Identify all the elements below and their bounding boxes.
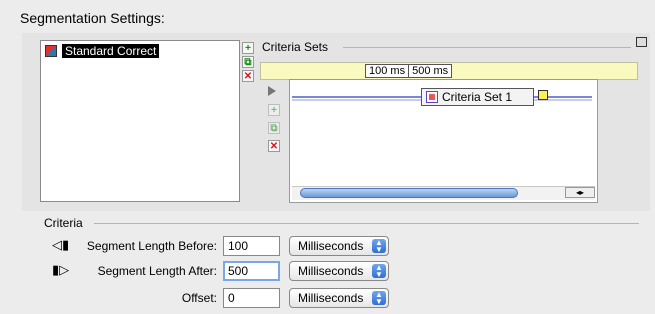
- segment-after-unit-select[interactable]: Milliseconds ▲ ▼: [289, 261, 389, 281]
- duplicate-criteria-button[interactable]: ⧉: [268, 122, 280, 134]
- select-value: Milliseconds: [298, 239, 364, 253]
- time-before: 100 ms: [369, 65, 406, 77]
- delete-icon: ✕: [269, 140, 279, 152]
- node-handle-icon[interactable]: [538, 90, 548, 100]
- criteria-set-node[interactable]: ▦ Criteria Set 1: [421, 88, 534, 106]
- offset-unit-select[interactable]: Milliseconds ▲ ▼: [289, 288, 389, 308]
- select-value: Milliseconds: [298, 264, 364, 278]
- offset-input[interactable]: 0: [223, 288, 280, 308]
- select-arrows-icon: ▲ ▼: [372, 264, 386, 279]
- select-arrows-icon: ▲ ▼: [372, 239, 386, 254]
- criteria-sets-label: Criteria Sets: [262, 40, 329, 54]
- divider: [343, 47, 631, 48]
- section-title: Segmentation Settings:: [20, 10, 165, 26]
- segment-icon: [45, 45, 57, 57]
- list-item[interactable]: Standard Correct: [45, 44, 160, 58]
- delete-criteria-button[interactable]: ✕: [268, 140, 280, 152]
- select-arrows-icon: ▲ ▼: [372, 291, 386, 306]
- offset-label: Offset:: [181, 291, 217, 305]
- plus-icon: +: [271, 104, 277, 116]
- add-criteria-button[interactable]: +: [268, 104, 280, 116]
- divider: [94, 223, 639, 224]
- add-button[interactable]: +: [242, 42, 254, 54]
- collapse-icon[interactable]: [636, 37, 647, 47]
- segment-length-after-label: Segment Length After:: [97, 264, 217, 278]
- duplicate-icon: ⧉: [244, 56, 252, 68]
- select-value: Milliseconds: [298, 291, 364, 305]
- plus-icon: +: [245, 42, 251, 54]
- criteria-set-label: Criteria Set 1: [442, 90, 513, 104]
- segment-length-after-input[interactable]: 500: [223, 261, 280, 281]
- segment-length-before-label: Segment Length Before:: [86, 239, 217, 253]
- delete-button[interactable]: ✕: [242, 70, 254, 82]
- segment-before-icon: ◁▮: [52, 237, 70, 252]
- segment-before-unit-select[interactable]: Milliseconds ▲ ▼: [289, 236, 389, 256]
- scrollbar-thumb[interactable]: [300, 188, 518, 198]
- delete-icon: ✕: [243, 70, 253, 82]
- criteria-label: Criteria: [44, 216, 83, 230]
- duplicate-icon: ⧉: [270, 122, 278, 134]
- duplicate-button[interactable]: ⧉: [242, 56, 254, 68]
- segment-after-icon: ▮▷: [52, 262, 70, 277]
- scroll-arrows[interactable]: ◂▸: [565, 187, 595, 198]
- time-after: 500 ms: [408, 65, 451, 77]
- play-icon[interactable]: [268, 86, 276, 96]
- criteria-set-icon: ▦: [426, 91, 438, 103]
- time-range[interactable]: 100 ms 500 ms: [365, 64, 453, 78]
- segment-length-before-input[interactable]: 100: [223, 236, 280, 256]
- segmentation-list[interactable]: Standard Correct: [40, 40, 240, 202]
- list-item-label: Standard Correct: [62, 44, 160, 58]
